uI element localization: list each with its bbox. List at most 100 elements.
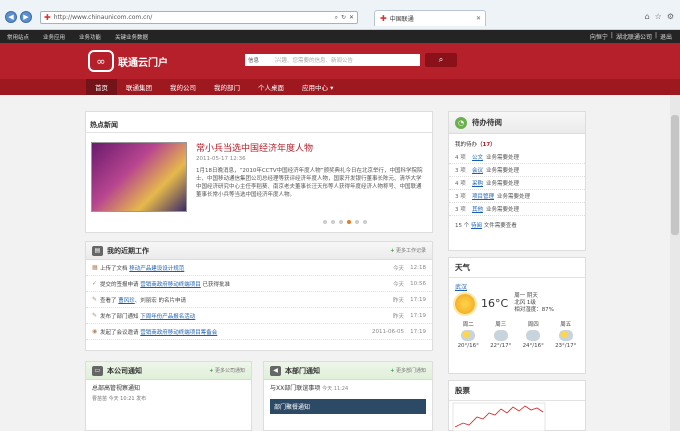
stock-chart-frame (452, 402, 546, 431)
site-favicon-icon: ✚ (44, 13, 51, 22)
nav-personal-desktop[interactable]: 个人桌面 (249, 79, 293, 95)
nav-group[interactable]: 联通集团 (117, 79, 161, 95)
stock-chart[interactable] (449, 401, 585, 431)
weather-city[interactable]: 武汉 (449, 278, 585, 291)
dept-notice-item-highlight[interactable]: 部门聚餐通知 (270, 399, 426, 414)
address-url[interactable]: http://www.chinaunicom.com.cn/ (54, 14, 332, 21)
company-notice-item[interactable]: 总部高管视察通知 (86, 380, 251, 395)
logo-text: 联通云门户 (118, 57, 168, 69)
work-date: 昨天 (392, 297, 404, 304)
todo-link[interactable]: 项目管理 (472, 192, 494, 200)
todo-panel: ◔ 待办待阅 我的待办（17） 4 项公文 业务需要处理 3 项会议 业务需要处理 … (448, 111, 586, 251)
todo-row: 3 项其他 业务需要处理 (449, 203, 585, 216)
carousel-dot-active[interactable] (347, 220, 351, 224)
nav-my-department[interactable]: 我的部门 (205, 79, 249, 95)
work-text: 查看了 (100, 297, 117, 304)
refresh-icon[interactable]: ↻ (341, 14, 346, 22)
check-icon: ✓ (92, 280, 98, 287)
cloudy-icon (493, 330, 508, 341)
forecast-day-name: 周五 (560, 322, 572, 328)
company-name[interactable]: 湖北联通公司 (616, 32, 652, 41)
search-icon: ⌕ (438, 55, 444, 64)
todo-link[interactable]: 会议 (472, 166, 483, 174)
search-button[interactable]: ⌕ (425, 53, 457, 67)
todo-title: 待办待阅 (472, 118, 502, 127)
work-link[interactable]: 下周年份产品报名活动 (140, 314, 195, 320)
company-notice-title: 本公司通知 (107, 366, 142, 375)
nav-app-center[interactable]: 应用中心 ▾ (293, 79, 342, 95)
todo-footer: 15 个 待阅 文件需要查看 (449, 216, 585, 234)
forecast-range: 22°/17° (490, 343, 512, 349)
todo-num: 4 项 (455, 155, 466, 161)
partly-cloudy-icon (558, 330, 573, 341)
todo-subheader: 我的待办（17） (449, 134, 585, 151)
back-button[interactable]: ◀ (5, 11, 17, 23)
todo-link[interactable]: 其他 (472, 205, 483, 213)
nav-home[interactable]: 首页 (86, 79, 117, 95)
todo-header: ◔ 待办待阅 (449, 112, 585, 134)
company-notice-more[interactable]: + 更多公司通知 (209, 367, 245, 374)
page-scrollbar[interactable] (670, 95, 680, 431)
meeting-icon: ◉ (92, 328, 98, 335)
favorites-star-icon[interactable]: ☆ (655, 12, 662, 21)
todo-link[interactable]: 公文 (472, 153, 483, 161)
search-category-select[interactable]: 信息 (245, 54, 275, 66)
site-logo[interactable]: ∞ 联通云门户 (88, 50, 168, 72)
unicom-knot-icon: ∞ (88, 50, 114, 72)
weather-panel: 天气 武汉 16°C 周一 阴天 北风 1级 相对湿度：87% 周二 20°/16… (448, 257, 586, 374)
search-icon[interactable]: ⌕ (335, 14, 338, 22)
todo-count: （17） (477, 142, 496, 148)
work-row: ✎ 发布了部门通知 下周年份产品报名活动 昨天 17:19 (86, 308, 432, 324)
more-link[interactable]: 更多部门通知 (396, 368, 426, 374)
dept-notice-item[interactable]: 与XX部门联谊事项 今天 11:24 (264, 380, 432, 395)
gear-icon[interactable]: ⚙ (667, 12, 674, 21)
news-image[interactable] (91, 142, 187, 212)
address-bar[interactable]: ✚ http://www.chinaunicom.com.cn/ ⌕ ↻ ✕ (40, 11, 358, 24)
main-nav: 首页 联通集团 我的公司 我的部门 个人桌面 应用中心 ▾ (0, 79, 680, 95)
tab-close-icon[interactable]: ✕ (476, 15, 485, 22)
carousel-dot[interactable] (363, 220, 367, 224)
home-icon[interactable]: ⌂ (645, 12, 650, 21)
recent-work-more[interactable]: + 更多工作记录 (390, 247, 426, 254)
browser-tab[interactable]: ✚ 中国联通 ✕ (374, 10, 486, 26)
work-time: 10:56 (410, 280, 426, 287)
partly-cloudy-icon (461, 330, 476, 341)
work-link[interactable]: 移动产品建设设计规范 (129, 266, 184, 272)
news-headline[interactable]: 常小兵当选中国经济年度人物 (196, 141, 313, 154)
work-link[interactable]: 曹风珍 (118, 298, 135, 304)
topbar-link-key-data[interactable]: 关键业务数据 (108, 33, 155, 41)
logout-link[interactable]: 退出 (660, 32, 672, 41)
carousel-dot[interactable] (323, 220, 327, 224)
dept-notice-text[interactable]: 与XX部门联谊事项 (270, 385, 320, 392)
tab-favicon-icon: ✚ (380, 14, 387, 23)
news-date: 2011-05-17 12:36 (196, 156, 246, 162)
topbar-link-business-functions[interactable]: 业务功能 (72, 33, 108, 41)
work-link[interactable]: 营销商政府移动终端项目筹备会 (140, 330, 217, 336)
todo-read-link[interactable]: 待阅 (471, 223, 482, 229)
more-link[interactable]: 更多公司通知 (215, 368, 245, 374)
todo-num: 3 项 (455, 168, 466, 174)
address-actions: ⌕ ↻ ✕ (335, 14, 357, 22)
nav-my-company[interactable]: 我的公司 (161, 79, 205, 95)
weather-forecast: 周二 20°/16° 周三 22°/17° 周四 24°/16° 周五 23°/17° (449, 316, 585, 353)
work-row: ✓ 提交的签报申请 营销商政府移动终端项目 已获得批准 今天 10:56 (86, 276, 432, 292)
carousel-dot[interactable] (355, 220, 359, 224)
work-date: 2011-06-05 (372, 328, 404, 335)
topbar-link-common-sites[interactable]: 常用站点 (0, 33, 36, 41)
stop-icon[interactable]: ✕ (349, 14, 354, 22)
briefcase-icon: ▤ (92, 245, 103, 256)
topbar-link-business-apps[interactable]: 业务应用 (36, 33, 72, 41)
pencil-icon: ✎ (92, 296, 98, 303)
dept-notice-panel: ◀ 本部门通知 + 更多部门通知 与XX部门联谊事项 今天 11:24 部门聚餐… (263, 361, 433, 431)
carousel-dot[interactable] (331, 220, 335, 224)
scrollbar-thumb[interactable] (671, 115, 679, 235)
user-name[interactable]: 向恒宁 (590, 32, 608, 41)
stock-title: 股票 (449, 381, 585, 401)
dept-notice-more[interactable]: + 更多部门通知 (390, 367, 426, 374)
more-link[interactable]: 更多工作记录 (396, 248, 426, 254)
forward-button[interactable]: ▶ (20, 11, 32, 23)
todo-link[interactable]: 采购 (472, 179, 483, 187)
carousel-dot[interactable] (339, 220, 343, 224)
work-link[interactable]: 营销商政府移动终端项目 (140, 282, 201, 288)
topbar-user-area: 向恒宁 | 湖北联通公司 | 退出 (590, 32, 680, 41)
